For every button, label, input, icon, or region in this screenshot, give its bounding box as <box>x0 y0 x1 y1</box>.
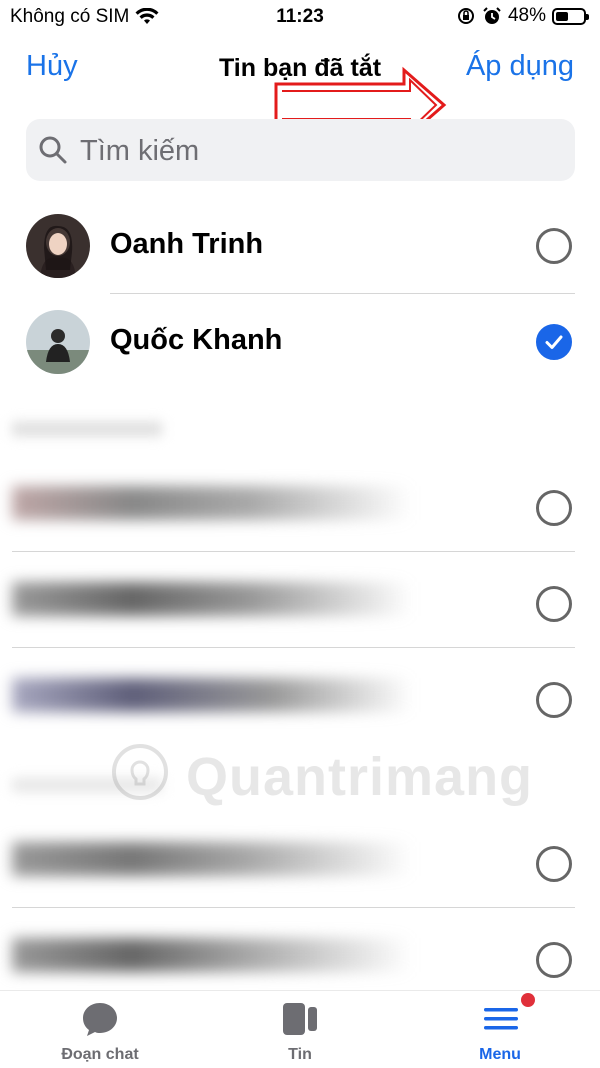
contact-row-blurred[interactable] <box>0 812 600 908</box>
tab-stories[interactable]: Tin <box>200 991 400 1068</box>
battery-percent: 48% <box>507 5 546 26</box>
watermark: Quantrimang <box>110 742 533 812</box>
lightbulb-icon <box>112 744 168 800</box>
checkmark-icon <box>545 335 563 349</box>
select-radio[interactable] <box>536 942 572 978</box>
alarm-icon <box>483 7 501 24</box>
avatar <box>26 214 90 278</box>
select-radio-checked[interactable] <box>536 324 572 360</box>
search-bar[interactable] <box>26 119 575 183</box>
select-radio[interactable] <box>536 846 572 882</box>
tab-menu[interactable]: Menu <box>400 991 600 1068</box>
tab-label: Menu <box>479 1046 521 1063</box>
search-input[interactable] <box>78 119 562 183</box>
chat-bubble-icon <box>83 1003 117 1036</box>
tab-label: Đoạn chat <box>61 1046 139 1063</box>
avatar <box>26 310 90 374</box>
select-radio[interactable] <box>536 682 572 718</box>
notification-badge <box>521 993 535 1007</box>
watermark-text: Quantrimang <box>186 747 534 807</box>
select-radio[interactable] <box>536 490 572 526</box>
status-bar: Không có SIM 11:23 48% <box>0 0 600 34</box>
select-radio[interactable] <box>536 228 572 264</box>
tab-bar: Đoạn chat Tin Menu <box>0 990 600 1068</box>
section-header-blurred <box>12 422 162 436</box>
contact-name: Oanh Trinh <box>110 228 264 260</box>
tab-label: Tin <box>288 1046 312 1063</box>
tab-chats[interactable]: Đoạn chat <box>0 991 200 1068</box>
stories-icon <box>283 1003 317 1035</box>
contact-row[interactable]: Quốc Khanh <box>0 294 600 390</box>
contact-name: Quốc Khanh <box>110 324 283 356</box>
select-radio[interactable] <box>536 586 572 622</box>
battery-icon <box>552 7 589 25</box>
menu-icon <box>484 1008 518 1030</box>
contact-row-blurred[interactable] <box>0 456 600 552</box>
rotation-lock-icon <box>457 8 474 24</box>
apply-button[interactable]: Áp dụng <box>466 50 574 83</box>
status-right: 48% <box>456 5 589 27</box>
contact-row-blurred[interactable] <box>0 552 600 648</box>
contact-row-blurred[interactable] <box>0 648 600 744</box>
search-icon <box>39 136 67 164</box>
contact-row[interactable]: Oanh Trinh <box>0 198 600 294</box>
nav-bar: Hủy Tin bạn đã tắt Áp dụng <box>0 40 600 144</box>
